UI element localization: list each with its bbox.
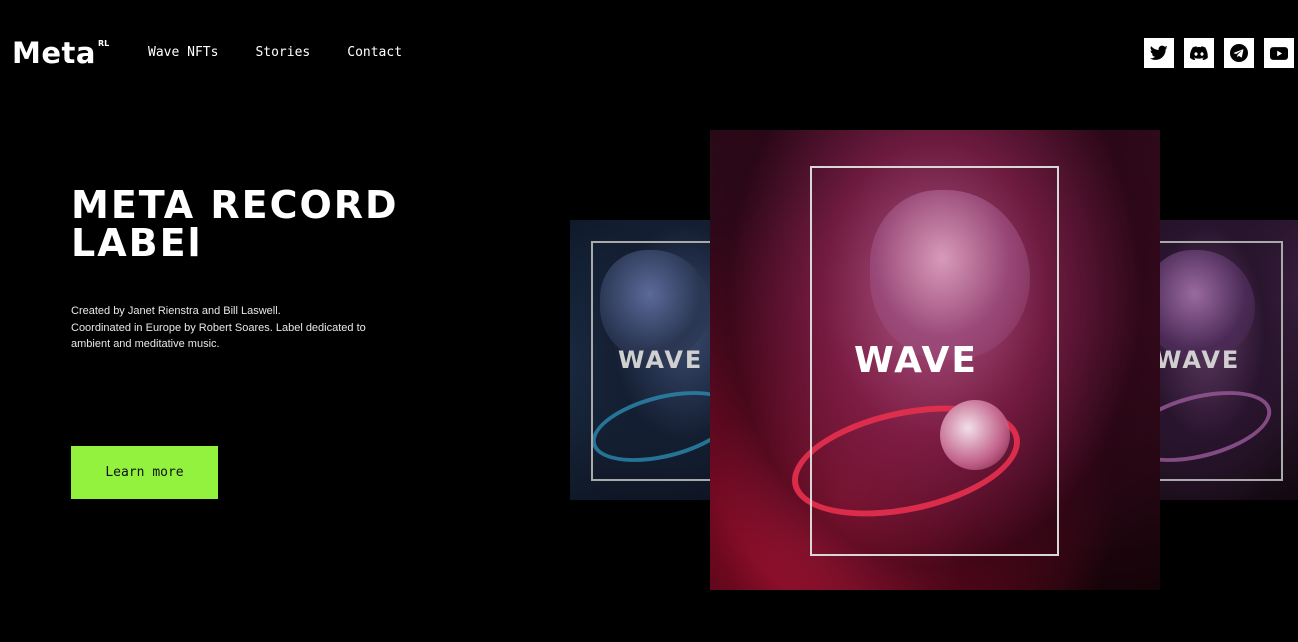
nft-card-center[interactable]: WAVE xyxy=(710,130,1160,590)
social-links xyxy=(1144,38,1294,68)
nft-gallery: WAVE WAVE WAVE xyxy=(570,130,1298,590)
youtube-icon xyxy=(1270,46,1288,60)
nft-card-title: WAVE xyxy=(618,346,704,374)
youtube-button[interactable] xyxy=(1264,38,1294,68)
main-nav: Wave NFTs Stories Contact xyxy=(148,44,402,62)
hero-title: META RECORD LABEl xyxy=(71,186,431,262)
brand-logo[interactable]: Meta RL xyxy=(12,36,109,70)
nav-link-stories[interactable]: Stories xyxy=(255,44,310,62)
hero-description-line-2: Coordinated in Europe by Robert Soares. … xyxy=(71,321,366,351)
nav-link-wave-nfts[interactable]: Wave NFTs xyxy=(148,44,218,62)
learn-more-button[interactable]: Learn more xyxy=(71,446,218,499)
discord-button[interactable] xyxy=(1184,38,1214,68)
brand-superscript: RL xyxy=(97,39,110,48)
nav-link-contact[interactable]: Contact xyxy=(347,44,402,62)
hero-title-line-1: META RECORD xyxy=(71,183,399,227)
hero-description-line-1: Created by Janet Rienstra and Bill Laswe… xyxy=(71,305,281,317)
nft-card-title: WAVE xyxy=(854,340,978,381)
telegram-button[interactable] xyxy=(1224,38,1254,68)
nft-card-title: WAVE xyxy=(1155,346,1241,374)
telegram-icon xyxy=(1230,44,1248,62)
twitter-button[interactable] xyxy=(1144,38,1174,68)
discord-icon xyxy=(1190,46,1208,60)
twitter-icon xyxy=(1150,45,1168,60)
brand-name: Meta xyxy=(12,36,96,70)
hero-description: Created by Janet Rienstra and Bill Laswe… xyxy=(71,303,401,353)
hero-title-line-2: LABEl xyxy=(71,221,203,265)
